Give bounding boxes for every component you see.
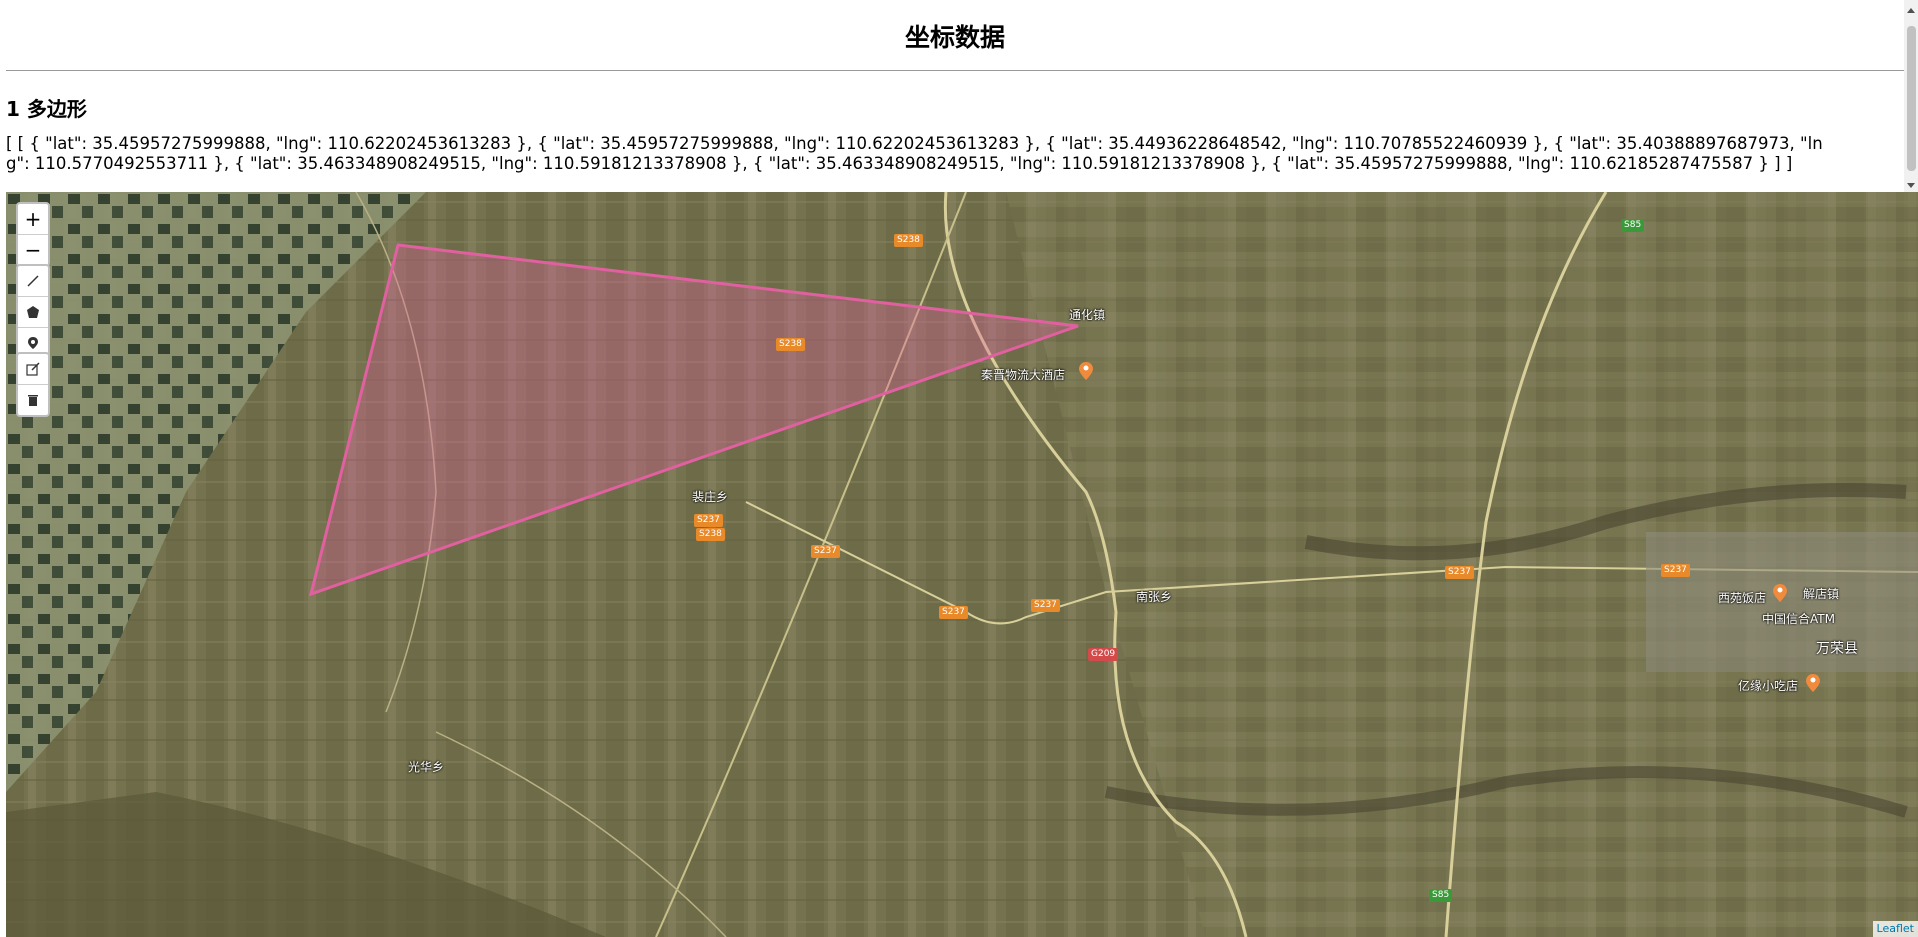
place-label-tonghua: 通化镇	[1069, 308, 1106, 322]
road-label: S85	[1621, 219, 1645, 232]
road-label: S237	[1445, 566, 1474, 579]
edit-icon	[26, 362, 40, 376]
scroll-down-icon[interactable]	[1907, 183, 1915, 188]
place-label-hotel: 秦晋物流大酒店	[981, 368, 1066, 382]
vertical-scrollbar[interactable]	[1904, 0, 1918, 192]
road-label: S237	[939, 606, 968, 619]
place-label-jiedian: 解店镇	[1803, 587, 1840, 601]
place-label-nanzhang: 南张乡	[1136, 590, 1173, 604]
zoom-control: + −	[16, 202, 50, 267]
delete-layers-button[interactable]	[18, 385, 48, 415]
trash-icon	[28, 395, 38, 406]
draw-polygon-button[interactable]	[18, 297, 48, 328]
coordinates-text: [ [ { "lat": 35.45957275999888, "lng": 1…	[6, 134, 1823, 173]
scroll-up-icon[interactable]	[1907, 8, 1915, 13]
leaflet-attribution[interactable]: Leaflet	[1872, 921, 1918, 937]
polyline-icon	[27, 275, 39, 287]
map-view[interactable]: + − 通化镇 秦晋物流大酒店 裴庄乡 南张乡 光华乡 西苑饭店 解店镇 中国信…	[6, 192, 1918, 937]
edit-toolbar	[16, 352, 50, 417]
xiyuan-hotel-pin-icon[interactable]	[1773, 584, 1787, 602]
page-title: 坐标数据	[904, 23, 1005, 52]
place-label-xiyuan-hotel: 西苑饭店	[1718, 591, 1767, 605]
place-label-snack: 亿缘小吃店	[1738, 679, 1799, 693]
road-label: S238	[696, 528, 725, 541]
place-label-peizhuang: 裴庄乡	[692, 490, 729, 504]
scroll-thumb[interactable]	[1907, 26, 1916, 171]
satellite-imagery	[6, 192, 1918, 937]
draw-polyline-button[interactable]	[18, 266, 48, 297]
draw-toolbar	[16, 264, 50, 360]
snack-pin-icon[interactable]	[1806, 674, 1820, 692]
zoom-out-button[interactable]: −	[18, 235, 48, 265]
place-label-guanghua: 光华乡	[408, 760, 445, 774]
road-label: S237	[694, 514, 723, 527]
road-label: S85	[1429, 889, 1453, 902]
road-label: S238	[894, 234, 923, 247]
polygon-icon	[27, 306, 39, 318]
edit-layers-button[interactable]	[18, 354, 48, 385]
zoom-in-button[interactable]: +	[18, 204, 48, 235]
section-title: 1 多边形	[6, 97, 87, 121]
road-label: S237	[1031, 599, 1060, 612]
title-divider	[6, 70, 1904, 71]
road-label: S238	[776, 338, 805, 351]
marker-icon	[28, 337, 38, 349]
road-label: G209	[1088, 648, 1119, 661]
road-label: S237	[1661, 564, 1690, 577]
road-label: S237	[811, 545, 840, 558]
place-label-wanrong: 万荣县	[1816, 641, 1858, 657]
place-label-atm: 中国信合ATM	[1762, 612, 1835, 626]
hotel-pin-icon[interactable]	[1079, 362, 1093, 380]
